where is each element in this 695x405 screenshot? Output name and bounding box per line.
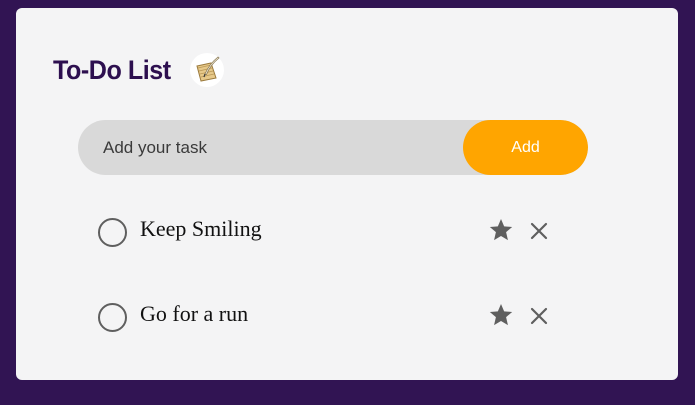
list-item: Keep Smiling (98, 212, 568, 252)
notepad-quill-icon (189, 52, 225, 88)
circle-checkbox-icon[interactable] (98, 303, 127, 332)
star-icon[interactable] (488, 217, 514, 243)
list-item: Go for a run (98, 297, 568, 337)
close-icon[interactable] (530, 307, 548, 325)
circle-checkbox-icon[interactable] (98, 218, 127, 247)
header: To-Do List (53, 50, 225, 90)
star-icon[interactable] (488, 302, 514, 328)
task-text[interactable]: Keep Smiling (140, 216, 262, 242)
close-icon[interactable] (530, 222, 548, 240)
task-text[interactable]: Go for a run (140, 301, 248, 327)
add-task-form: Add (78, 120, 588, 175)
page-title: To-Do List (53, 54, 171, 85)
add-button[interactable]: Add (463, 120, 588, 175)
task-input[interactable] (78, 120, 463, 175)
todo-card: To-Do List Add Keep Smiling (16, 8, 678, 380)
